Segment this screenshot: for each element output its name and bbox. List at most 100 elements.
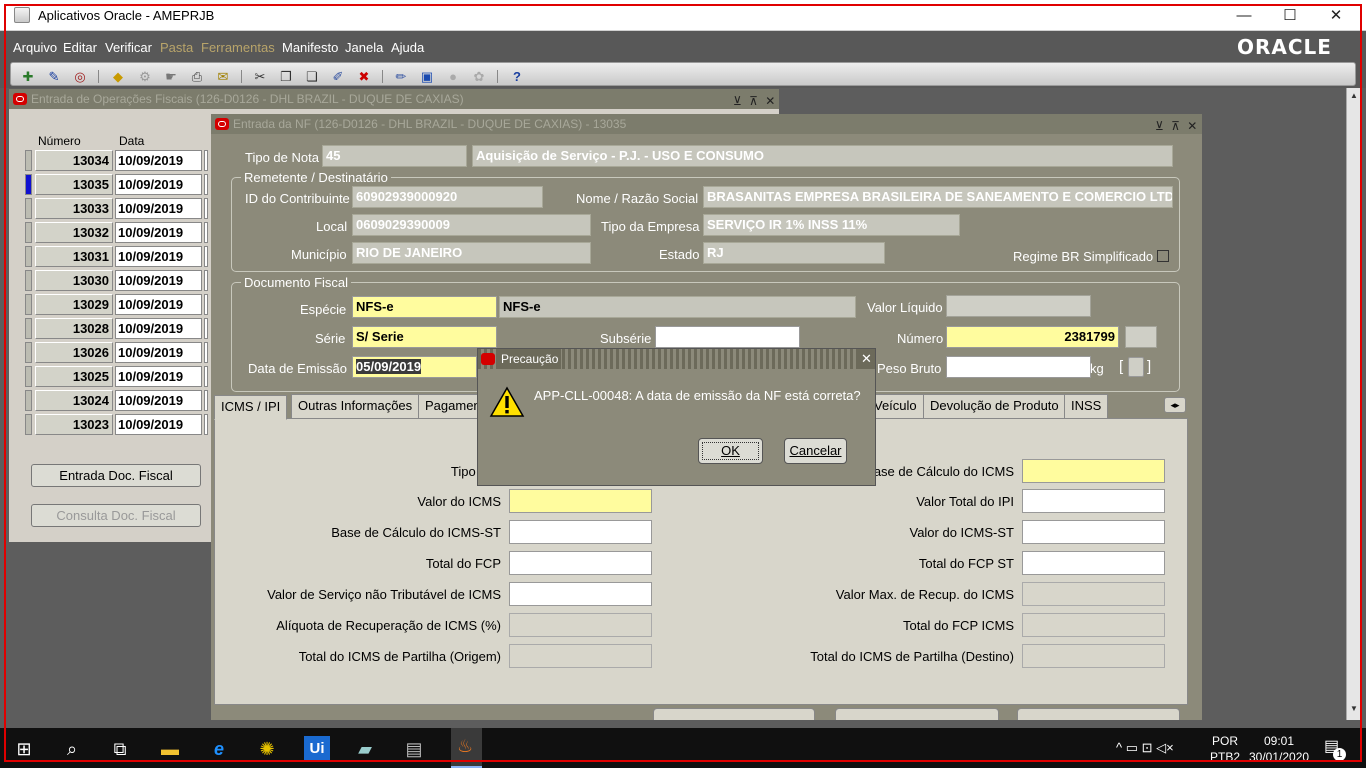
maximize-button[interactable]: ☐ (1267, 0, 1313, 31)
data-emissao-field[interactable]: 05/09/2019 (352, 356, 477, 378)
zoom-icon[interactable]: ▣ (418, 68, 436, 85)
nf-row-numero[interactable]: 13030 (35, 270, 113, 291)
tipo-empresa-field[interactable]: SERVIÇO IR 1% INSS 11% (703, 214, 960, 236)
cancel-button[interactable]: Cancelar (784, 438, 847, 464)
nf-row-extra[interactable] (204, 198, 208, 219)
row-selector[interactable] (25, 390, 32, 411)
nf-row-numero[interactable]: 13026 (35, 342, 113, 363)
menu-pasta[interactable]: Pasta (160, 40, 193, 55)
save-icon[interactable]: ◆ (109, 68, 127, 85)
nf-row-data[interactable]: 10/09/2019 (115, 198, 202, 219)
nf-row-data[interactable]: 10/09/2019 (115, 150, 202, 171)
nf-row-extra[interactable] (204, 390, 208, 411)
nf-row-numero[interactable]: 13029 (35, 294, 113, 315)
edit-field-icon[interactable]: ✏ (392, 68, 410, 85)
menu-ferramentas[interactable]: Ferramentas (201, 40, 275, 55)
remote-desktop-icon[interactable]: ▤ (401, 736, 427, 762)
peso-bruto-field[interactable] (946, 356, 1091, 378)
nf-row-extra[interactable] (204, 246, 208, 267)
bottom-button-2[interactable] (835, 708, 999, 720)
nf-row-numero[interactable]: 13034 (35, 150, 113, 171)
close-window-button[interactable]: ✕ (1313, 0, 1359, 31)
nf-row-data[interactable]: 10/09/2019 (115, 414, 202, 435)
nf-row-extra[interactable] (204, 342, 208, 363)
window-buttons[interactable]: ⊻ ⊼ ✕ (733, 91, 777, 111)
nf-row-numero[interactable]: 13032 (35, 222, 113, 243)
cut-icon[interactable]: ✂ (251, 68, 269, 85)
print-icon[interactable]: ⎙ (188, 68, 206, 85)
nf-row-data[interactable]: 10/09/2019 (115, 366, 202, 387)
task-view-icon[interactable]: ⧉ (107, 736, 133, 762)
nf-row-data[interactable]: 10/09/2019 (115, 270, 202, 291)
java-taskbar-item[interactable]: ♨ (451, 728, 482, 768)
file-explorer-icon[interactable]: ▬ (157, 736, 183, 762)
nf-row-extra[interactable] (204, 174, 208, 195)
language-top[interactable]: POR (1212, 734, 1238, 748)
switch-responsibility-icon[interactable]: ☛ (162, 68, 180, 85)
nf-row-data[interactable]: 10/09/2019 (115, 318, 202, 339)
icms-left-field[interactable] (509, 489, 652, 513)
scroll-up-icon[interactable]: ▲ (1349, 91, 1359, 101)
next-step-icon[interactable]: ⚙ (136, 68, 154, 85)
tray-icons[interactable]: ^ ▭ ⊡ ◁× (1116, 740, 1174, 756)
minimize-button[interactable]: — (1221, 0, 1267, 31)
bottom-button-1[interactable] (653, 708, 815, 720)
icms-right-field[interactable] (1022, 459, 1165, 483)
icms-right-field[interactable] (1022, 489, 1165, 513)
window-buttons[interactable]: ⊻ ⊼ ✕ (1155, 116, 1199, 136)
navigator-icon[interactable]: ◎ (71, 68, 89, 85)
tab-icms-ipi[interactable]: ICMS / IPI (214, 395, 288, 420)
consulta-doc-fiscal-button[interactable]: Consulta Doc. Fiscal (31, 504, 201, 527)
translations-icon[interactable]: ● (444, 68, 462, 85)
tab-inss[interactable]: INSS (1064, 394, 1109, 418)
nf-row-numero[interactable]: 13035 (35, 174, 113, 195)
new-record-icon[interactable]: ✚ (19, 68, 37, 85)
row-selector[interactable] (25, 246, 32, 267)
icms-right-field[interactable] (1022, 520, 1165, 544)
internet-explorer-icon[interactable]: e (206, 736, 232, 762)
nf-row-data[interactable]: 10/09/2019 (115, 342, 202, 363)
icms-left-field[interactable] (509, 644, 652, 668)
especie-description-field[interactable]: NFS-e (499, 296, 856, 318)
tab-outras-informacoes[interactable]: Outras Informações (291, 394, 420, 418)
subserie-field[interactable] (655, 326, 800, 348)
workspace-scrollbar[interactable]: ▲ ▼ (1346, 88, 1361, 720)
clock-time[interactable]: 09:01 (1264, 734, 1294, 748)
icms-left-field[interactable] (509, 582, 652, 606)
search-icon[interactable]: ⌕ (59, 736, 85, 762)
id-contribuinte-field[interactable]: 60902939000920 (352, 186, 543, 208)
nf-row-numero[interactable]: 13025 (35, 366, 113, 387)
menu-janela[interactable]: Janela (345, 40, 383, 55)
estado-field[interactable]: RJ (703, 242, 885, 264)
paste-icon[interactable]: ❏ (303, 68, 321, 85)
icms-right-field[interactable] (1022, 644, 1165, 668)
nf-row-extra[interactable] (204, 150, 208, 171)
icms-left-field[interactable] (509, 551, 652, 575)
nf-row-numero[interactable]: 13024 (35, 390, 113, 411)
menu-manifesto[interactable]: Manifesto (282, 40, 338, 55)
nf-row-data[interactable]: 10/09/2019 (115, 174, 202, 195)
nf-row-extra[interactable] (204, 366, 208, 387)
copy-icon[interactable]: ❐ (277, 68, 295, 85)
row-selector[interactable] (25, 222, 32, 243)
nf-row-extra[interactable] (204, 270, 208, 291)
row-selector[interactable] (25, 270, 32, 291)
tipo-nota-code-field[interactable]: 45 (322, 145, 467, 167)
menu-verificar[interactable]: Verificar (105, 40, 152, 55)
nf-row-data[interactable]: 10/09/2019 (115, 294, 202, 315)
menu-arquivo[interactable]: Arquivo (13, 40, 57, 55)
peso-extra-field[interactable] (1128, 357, 1144, 377)
numero-extra-field[interactable] (1125, 326, 1157, 348)
nf-row-extra[interactable] (204, 222, 208, 243)
nf-row-extra[interactable] (204, 294, 208, 315)
icms-right-field[interactable] (1022, 582, 1165, 606)
tab-scroll-icon[interactable]: ◂▸ (1164, 397, 1186, 413)
nf-row-numero[interactable]: 13031 (35, 246, 113, 267)
uipath-icon[interactable]: Ui (304, 736, 330, 762)
nf-row-numero[interactable]: 13033 (35, 198, 113, 219)
row-selector[interactable] (25, 174, 32, 195)
icms-left-field[interactable] (509, 613, 652, 637)
menu-ajuda[interactable]: Ajuda (391, 40, 424, 55)
regime-simplificado-checkbox[interactable] (1157, 250, 1169, 262)
icms-right-field[interactable] (1022, 613, 1165, 637)
